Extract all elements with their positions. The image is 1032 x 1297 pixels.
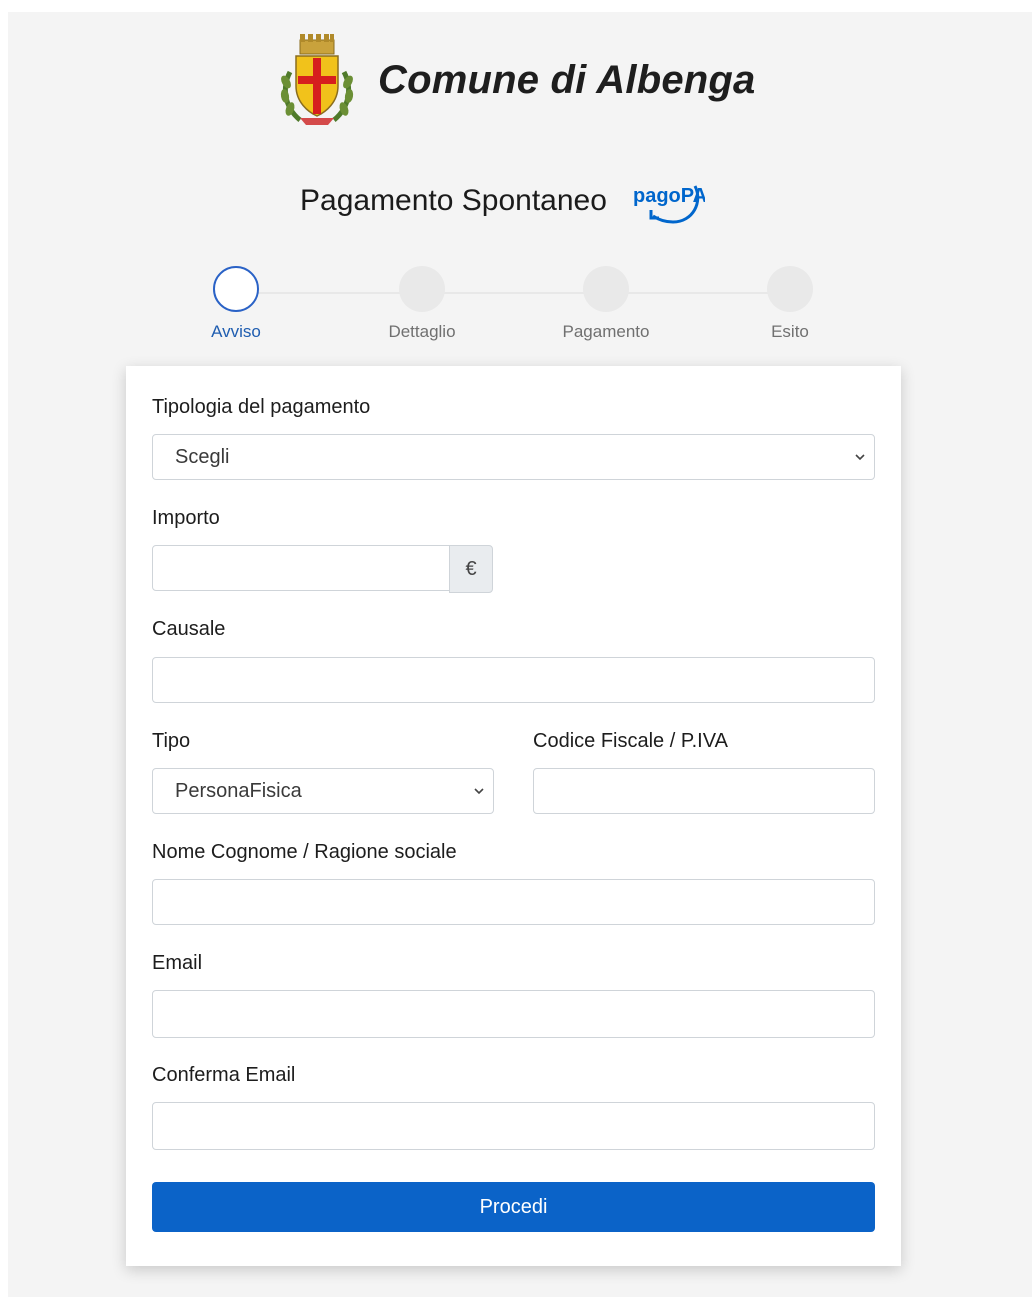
email-input[interactable] — [152, 990, 875, 1038]
email-confirm-label: Conferma Email — [152, 1064, 296, 1086]
page-title: Pagamento Spontaneo — [300, 184, 607, 217]
progress-stepper: Avviso Dettaglio Pagamento Esito — [166, 266, 866, 346]
step-circle-icon — [767, 266, 813, 312]
payment-type-selected: Scegli — [175, 445, 230, 468]
step-label: Avviso — [211, 322, 261, 341]
chevron-down-icon — [855, 454, 865, 461]
step-label: Pagamento — [562, 322, 650, 341]
stepper-line — [226, 292, 806, 294]
coat-of-arms-icon — [280, 34, 354, 125]
subject-type-select[interactable]: PersonaFisica — [152, 768, 494, 814]
name-input[interactable] — [152, 879, 875, 925]
reason-input[interactable] — [152, 657, 875, 703]
currency-addon: € — [449, 545, 493, 593]
chevron-down-icon — [474, 788, 484, 795]
step-dettaglio: Dettaglio — [362, 266, 482, 342]
email-label: Email — [152, 952, 203, 974]
reason-label: Causale — [152, 618, 226, 640]
step-circle-icon — [399, 266, 445, 312]
step-label: Dettaglio — [388, 322, 456, 341]
step-label: Esito — [771, 322, 809, 341]
submit-button[interactable]: Procedi — [152, 1182, 875, 1232]
pagopa-logo-text: pagoPA — [633, 185, 705, 207]
municipality-header: Comune di Albenga — [276, 30, 755, 130]
step-pagamento: Pagamento — [546, 266, 666, 342]
step-esito: Esito — [730, 266, 850, 342]
page-title-row: Pagamento Spontaneo pagoPA — [300, 172, 705, 230]
payment-type-label: Tipologia del pagamento — [152, 396, 371, 418]
email-confirm-input[interactable] — [152, 1102, 875, 1150]
amount-label: Importo — [152, 507, 220, 529]
step-circle-icon — [583, 266, 629, 312]
page-background: Comune di Albenga Pagamento Spontaneo pa… — [8, 12, 1032, 1297]
tax-code-input[interactable] — [533, 768, 875, 814]
subject-type-label: Tipo — [152, 730, 191, 752]
amount-input[interactable] — [152, 545, 450, 591]
tax-code-label: Codice Fiscale / P.IVA — [533, 730, 728, 752]
subject-type-selected: PersonaFisica — [175, 779, 302, 802]
payment-form-card: Tipologia del pagamento Scegli Importo €… — [126, 366, 901, 1266]
euro-icon: € — [465, 557, 477, 580]
name-label: Nome Cognome / Ragione sociale — [152, 841, 457, 863]
payment-type-select[interactable]: Scegli — [152, 434, 875, 480]
step-avviso: Avviso — [176, 266, 296, 342]
pagopa-logo-icon: pagoPA — [633, 185, 705, 224]
step-circle-icon — [213, 266, 259, 312]
municipality-name: Comune di Albenga — [378, 57, 756, 102]
